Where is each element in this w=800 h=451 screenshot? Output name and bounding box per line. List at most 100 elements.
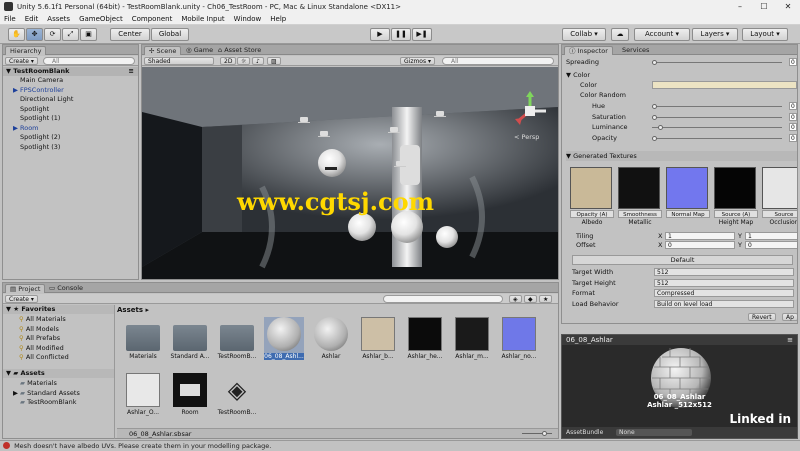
asset-item[interactable]: Ashlar_m... [452, 317, 492, 360]
scene-orientation-gizmo[interactable] [510, 91, 550, 131]
asset-item[interactable]: Room [170, 373, 210, 416]
revert-button[interactable]: Revert [748, 313, 776, 321]
tab-asset-store[interactable]: ⌂ Asset Store [214, 46, 265, 55]
scene-options-icon[interactable]: ≡ [129, 67, 134, 76]
pivot-center-button[interactable]: Center [110, 28, 150, 41]
asset-tree-item[interactable]: ▰ TestRoomBlank [3, 398, 114, 407]
spotlight-gizmo-icon[interactable] [388, 127, 400, 137]
favorite-item[interactable]: ⚲ All Materials [3, 315, 114, 324]
project-search-input[interactable] [383, 295, 503, 303]
asset-item[interactable]: Ashlar_no... [499, 317, 539, 360]
maximize-icon[interactable]: ☐ [752, 0, 776, 13]
asset-item[interactable]: Standard A... [170, 317, 210, 360]
tiling-y-field[interactable]: 1 [745, 232, 797, 240]
spotlight-gizmo-icon[interactable] [394, 161, 406, 171]
texture-channel-label[interactable]: Normal Map [666, 210, 710, 218]
offset-y-field[interactable]: 0 [745, 241, 797, 249]
menu-gameobject[interactable]: GameObject [79, 15, 123, 23]
toggle-2d-button[interactable]: 2D [220, 57, 237, 65]
hsl-slider-knob[interactable] [652, 135, 657, 141]
filter-label-icon[interactable]: ◆ [524, 295, 537, 303]
pivot-global-button[interactable]: Global [151, 28, 189, 41]
import-setting-value[interactable]: Compressed [654, 289, 794, 297]
spotlight-gizmo-icon[interactable] [318, 131, 330, 141]
asset-item[interactable]: Ashlar_O... [123, 373, 163, 416]
rect-tool-icon[interactable]: ▣ [80, 28, 97, 41]
platform-default-tab[interactable]: Default [572, 255, 793, 265]
hsl-slider[interactable] [652, 114, 782, 120]
hierarchy-create-button[interactable]: Create ▾ [5, 57, 38, 65]
expand-arrow-icon[interactable]: ▶ [13, 389, 20, 398]
offset-x-field[interactable]: 0 [665, 241, 735, 249]
asset-tree-item[interactable]: ▶ ▰ Standard Assets [3, 389, 114, 398]
audio-toggle-icon[interactable]: ♪ [252, 57, 264, 65]
step-button[interactable]: ▶❚ [412, 28, 432, 41]
preview-header[interactable]: 06_08_Ashlar ≡ [562, 335, 797, 345]
asset-item[interactable]: Ashlar_he... [405, 317, 445, 360]
texture-thumbnail[interactable] [570, 167, 612, 209]
tab-services[interactable]: Services [618, 46, 653, 55]
hand-tool-icon[interactable]: ✋ [8, 28, 25, 41]
expand-arrow-icon[interactable]: ▶ [13, 86, 20, 95]
spreading-value[interactable]: 0 [789, 58, 797, 66]
favorite-item[interactable]: ⚲ All Prefabs [3, 334, 114, 343]
color-random-header[interactable]: Color Random [566, 90, 797, 100]
hsl-value[interactable]: 0 [789, 133, 797, 142]
hierarchy-item[interactable]: Spotlight (1) [3, 114, 138, 123]
asset-bundle-select[interactable]: None [616, 429, 692, 436]
asset-item[interactable]: Ashlar_b... [358, 317, 398, 360]
hsl-value[interactable]: 0 [789, 123, 797, 131]
favorite-item[interactable]: ⚲ All Conflicted [3, 353, 114, 362]
generated-texture-slot[interactable]: Opacity (A) Albedo [570, 167, 614, 226]
asset-item[interactable]: Ashlar [311, 317, 351, 360]
menu-file[interactable]: File [4, 15, 16, 23]
menu-help[interactable]: Help [270, 15, 286, 23]
close-icon[interactable]: ✕ [776, 0, 800, 13]
lighting-toggle-icon[interactable]: ☼ [237, 57, 251, 65]
texture-channel-label[interactable]: Source (A) [714, 210, 758, 218]
effects-toggle-icon[interactable]: ▨ [267, 57, 281, 65]
gizmos-button[interactable]: Gizmos ▾ [400, 57, 436, 65]
hsl-value[interactable]: 0 [789, 112, 797, 121]
favorite-star-icon[interactable]: ★ [539, 295, 553, 303]
scale-tool-icon[interactable]: ⤢ [62, 28, 79, 41]
hsl-slider[interactable] [652, 135, 782, 141]
menu-window[interactable]: Window [234, 15, 262, 23]
color-swatch[interactable] [652, 81, 797, 89]
cloud-icon[interactable]: ☁ [611, 28, 629, 41]
color-header[interactable]: ▼ Color [566, 70, 797, 80]
tab-scene[interactable]: ✢ Scene [144, 46, 182, 55]
import-setting-value[interactable]: 512 [654, 268, 794, 276]
preview-menu-icon[interactable]: ≡ [787, 335, 793, 345]
texture-thumbnail[interactable] [618, 167, 660, 209]
hierarchy-item[interactable]: ▶ FPSController [3, 86, 138, 95]
tab-game[interactable]: ◎ Game [182, 46, 217, 55]
scene-viewport[interactable]: < Persp www.cgtsj.com [142, 67, 558, 279]
hierarchy-item[interactable]: Spotlight (2) [3, 133, 138, 142]
hsl-slider-knob[interactable] [652, 104, 657, 109]
hierarchy-item[interactable]: Spotlight [3, 105, 138, 114]
hierarchy-search-input[interactable]: All [43, 57, 135, 65]
texture-channel-label[interactable]: Opacity (A) [570, 210, 614, 218]
texture-channel-label[interactable]: Source [762, 210, 797, 218]
favorite-item[interactable]: ⚲ All Models [3, 325, 114, 334]
hsl-value[interactable]: 0 [789, 102, 797, 110]
hsl-slider-knob[interactable] [652, 114, 657, 120]
layout-button[interactable]: Layout ▾ [742, 28, 788, 41]
account-button[interactable]: Account ▾ [634, 28, 690, 41]
texture-thumbnail[interactable] [762, 167, 797, 209]
move-tool-icon[interactable]: ✥ [26, 28, 43, 41]
generated-texture-slot[interactable]: Smoothness Metallic [618, 167, 662, 226]
asset-tree-item[interactable]: ▰ Materials [3, 379, 114, 388]
rotate-tool-icon[interactable]: ⟳ [44, 28, 61, 41]
tab-hierarchy[interactable]: Hierarchy [5, 46, 47, 55]
hsl-slider[interactable] [652, 125, 782, 130]
hierarchy-item[interactable]: ▶ Room [3, 124, 138, 133]
pause-button[interactable]: ❚❚ [391, 28, 411, 41]
favorite-item[interactable]: ⚲ All Modified [3, 344, 114, 353]
status-bar[interactable]: Mesh doesn't have albedo UVs. Please cre… [0, 440, 800, 450]
spreading-slider-knob[interactable] [652, 60, 657, 65]
layers-button[interactable]: Layers ▾ [692, 28, 738, 41]
expand-arrow-icon[interactable]: ▶ [13, 124, 20, 133]
tab-project[interactable]: ▤ Project [5, 284, 46, 293]
